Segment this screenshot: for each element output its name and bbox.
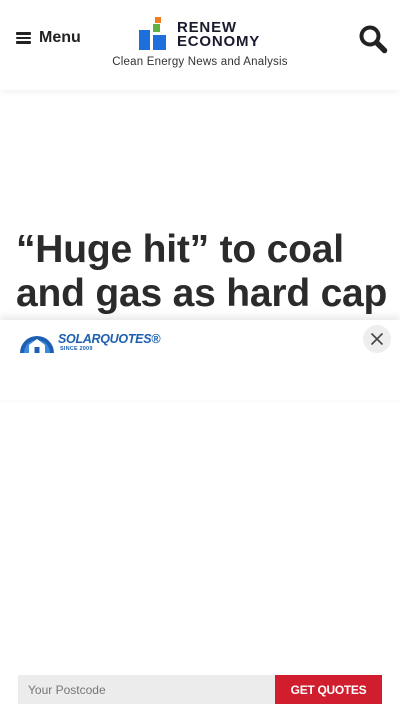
solarquotes-since: SINCE 2009 (60, 346, 93, 352)
solarquotes-wordmark: SOLARQUOTES® (58, 332, 160, 346)
solarquotes-logo[interactable]: SOLARQUOTES® SINCE 2009 (18, 325, 160, 353)
postcode-input[interactable] (18, 675, 275, 704)
solarquotes-banner: SOLARQUOTES® SINCE 2009 GET QUOTES (0, 320, 400, 704)
solar-house-icon (20, 336, 54, 353)
renew-economy-logo-mark (139, 17, 166, 50)
close-icon (370, 332, 384, 346)
renew-economy-logo[interactable]: RENEW ECONOMY (139, 16, 264, 52)
search-icon[interactable] (357, 23, 389, 55)
site-tagline: Clean Energy News and Analysis (112, 56, 288, 68)
menu-button[interactable]: Menu (16, 26, 81, 50)
solarquotes-brand: SOLARQUOTES (58, 332, 152, 346)
site-header: Menu RENEW ECONOMY Clean Energy News and… (0, 0, 400, 90)
close-banner-button[interactable] (363, 325, 391, 353)
hamburger-icon (16, 32, 31, 44)
logo-line2: ECONOMY (177, 33, 261, 50)
solarquotes-trademark: ® (151, 332, 161, 346)
get-quotes-button[interactable]: GET QUOTES (275, 675, 382, 704)
menu-label: Menu (39, 29, 81, 46)
logo-wordmark: RENEW ECONOMY (177, 20, 261, 50)
